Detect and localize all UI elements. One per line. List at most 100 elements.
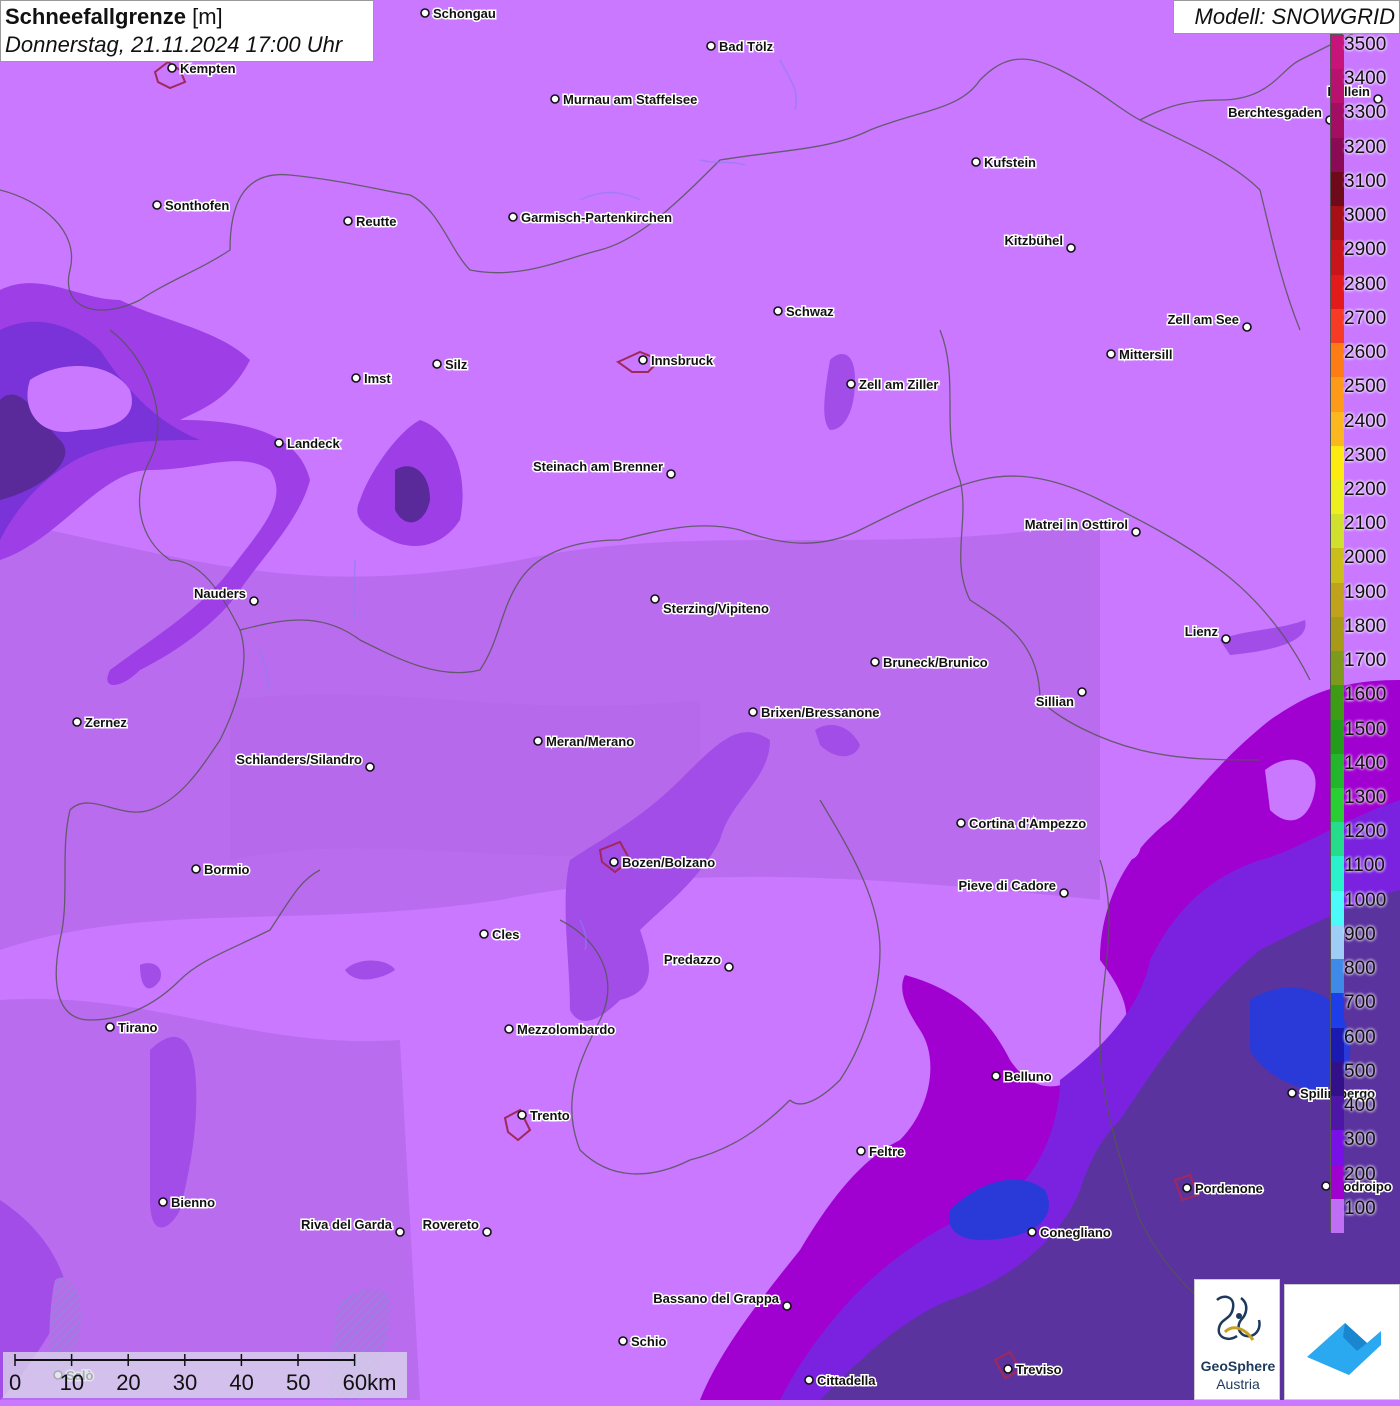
legend-label: 3200 <box>1344 136 1387 158</box>
city-label: Bozen/Bolzano <box>622 855 715 870</box>
legend-label: 300 <box>1344 1129 1376 1151</box>
snowfall-line-map[interactable]: Schongau Bad Tölz Kempten Murnau am Staffel… <box>0 0 1400 1400</box>
city-marker[interactable]: Sonthofen <box>152 197 231 215</box>
city-marker[interactable]: Brixen/Bressanone <box>748 704 881 722</box>
city-label: Schwaz <box>786 304 834 319</box>
legend-swatch <box>1331 1061 1344 1097</box>
legend-swatch <box>1331 822 1344 857</box>
city-label: Pieve di Cadore <box>958 878 1056 893</box>
city-label: Cortina d'Ampezzo <box>969 816 1086 831</box>
city-dot <box>274 438 284 448</box>
city-label: Sterzing/Vipiteno <box>663 601 769 616</box>
map-title: Schneefallgrenze [m] <box>5 4 223 29</box>
city-dot <box>1242 322 1252 332</box>
city-dot <box>420 8 430 18</box>
city-marker[interactable]: Pordenone <box>1182 1180 1264 1198</box>
scale-label: 30 <box>172 1370 198 1395</box>
legend-label: 1300 <box>1344 787 1387 809</box>
city-marker[interactable]: Mezzolombardo <box>504 1021 617 1039</box>
city-label: Kempten <box>180 61 236 76</box>
city-marker[interactable]: Meran/Merano <box>533 733 636 751</box>
city-label: Landeck <box>287 436 341 451</box>
city-label: Bienno <box>171 1195 215 1210</box>
legend-swatch <box>1331 240 1344 276</box>
city-dot <box>1059 888 1069 898</box>
city-dot <box>395 1227 405 1237</box>
city-label: Treviso <box>1016 1362 1062 1377</box>
legend-label: 2200 <box>1344 478 1387 500</box>
legend-label: 700 <box>1344 992 1376 1014</box>
city-label: Matrei in Osttirol <box>1025 517 1128 532</box>
city-dot <box>724 962 734 972</box>
legend-label: 1700 <box>1344 650 1387 672</box>
snow-app-logo[interactable] <box>1284 1284 1400 1400</box>
city-label: Kitzbühel <box>1005 233 1064 248</box>
city-label: Predazzo <box>664 952 721 967</box>
city-label: Zell am Ziller <box>859 377 938 392</box>
city-dot <box>550 94 560 104</box>
city-dot <box>432 359 442 369</box>
legend-color-bar <box>1330 34 1344 1234</box>
legend-swatch <box>1331 788 1344 823</box>
city-label: Mezzolombardo <box>517 1022 615 1037</box>
city-label: Sonthofen <box>165 198 229 213</box>
city-dot <box>971 157 981 167</box>
city-marker[interactable]: Bozen/Bolzano <box>609 854 717 872</box>
city-marker[interactable]: Zell am Ziller <box>846 376 940 394</box>
scale-label: 20 <box>116 1370 141 1395</box>
legend-label: 1500 <box>1344 718 1387 740</box>
legend-label: 2000 <box>1344 547 1387 569</box>
city-label: Cles <box>492 927 519 942</box>
city-dot <box>1077 687 1087 697</box>
city-marker[interactable]: Schongau <box>420 5 497 23</box>
city-marker[interactable]: Cortina d'Ampezzo <box>956 815 1088 833</box>
city-dot <box>804 1375 814 1385</box>
city-marker[interactable]: Innsbruck <box>638 352 715 370</box>
legend-swatch <box>1331 171 1344 207</box>
city-dot <box>249 596 259 606</box>
legend-swatch <box>1331 445 1344 481</box>
city-dot <box>482 1227 492 1237</box>
legend-swatch <box>1331 206 1344 241</box>
legend-label: 3100 <box>1344 170 1387 192</box>
legend-swatch <box>1331 959 1344 994</box>
city-label: Schongau <box>433 6 496 21</box>
legend-label: 3300 <box>1344 102 1387 124</box>
city-dot <box>1182 1183 1192 1193</box>
legend-label: 2700 <box>1344 307 1387 329</box>
city-marker[interactable]: Conegliano <box>1027 1224 1112 1242</box>
city-marker[interactable]: Bruneck/Brunico <box>870 654 989 672</box>
legend-label: 3400 <box>1344 68 1387 90</box>
city-marker[interactable]: Murnau am Staffelsee <box>550 91 699 109</box>
legend-label: 2900 <box>1344 239 1387 261</box>
legend-label: 2800 <box>1344 273 1387 295</box>
map-title-box: Schneefallgrenze [m] Donnerstag, 21.11.2… <box>0 0 374 62</box>
legend-swatch <box>1331 35 1344 70</box>
legend-swatch <box>1331 1164 1344 1200</box>
city-marker[interactable]: Garmisch-Partenkirchen <box>508 209 674 227</box>
legend-swatch <box>1331 685 1344 721</box>
legend-label: 1200 <box>1344 821 1387 843</box>
city-dot <box>1131 527 1141 537</box>
city-label: Zell am See <box>1167 312 1239 327</box>
city-label: Bruneck/Brunico <box>883 655 988 670</box>
city-dot <box>105 1022 115 1032</box>
geosphere-logo[interactable]: GeoSphere Austria <box>1194 1279 1280 1400</box>
city-dot <box>1221 634 1231 644</box>
geosphere-logo-line1: GeoSphere <box>1200 1358 1276 1374</box>
city-label: Zernez <box>85 715 127 730</box>
legend-label: 200 <box>1344 1163 1376 1185</box>
city-label: Pordenone <box>1195 1181 1263 1196</box>
city-dot <box>1287 1088 1297 1098</box>
legend-swatch <box>1331 137 1344 173</box>
legend-label: 400 <box>1344 1095 1376 1117</box>
city-label: Garmisch-Partenkirchen <box>521 210 672 225</box>
scale-label: 0 <box>9 1370 22 1395</box>
city-dot <box>72 717 82 727</box>
legend-swatch <box>1331 274 1344 310</box>
city-dot <box>706 41 716 51</box>
legend-swatch <box>1331 308 1344 344</box>
legend-label: 500 <box>1344 1060 1376 1082</box>
city-label: Murnau am Staffelsee <box>563 92 697 107</box>
legend-label: 600 <box>1344 1026 1376 1048</box>
